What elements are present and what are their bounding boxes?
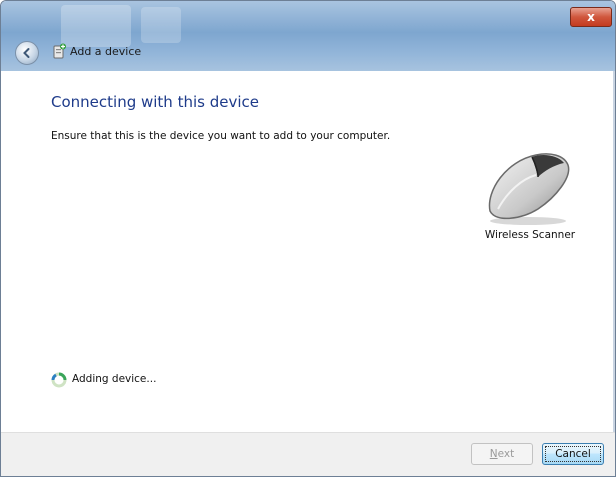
add-device-window: Add a device x Connecting with this devi…	[0, 0, 616, 477]
mouse-icon	[488, 153, 570, 225]
instruction-text: Ensure that this is the device you want …	[51, 130, 391, 142]
back-button[interactable]	[15, 41, 39, 65]
status-text: Adding device...	[72, 373, 157, 385]
back-arrow-icon	[23, 48, 30, 58]
progress-spinner-icon	[51, 372, 67, 388]
title-bar: Add a device x	[1, 1, 615, 71]
page-heading: Connecting with this device	[51, 93, 259, 111]
add-device-icon	[53, 43, 66, 59]
next-button[interactable]: Next	[471, 443, 533, 465]
device-name: Wireless Scanner	[484, 229, 576, 241]
window-title: Add a device	[70, 45, 142, 58]
close-button[interactable]: x	[570, 7, 612, 27]
cancel-button[interactable]: Cancel	[542, 443, 604, 465]
next-label-rest: ext	[497, 448, 515, 460]
next-label-accelerator: N	[489, 448, 498, 460]
